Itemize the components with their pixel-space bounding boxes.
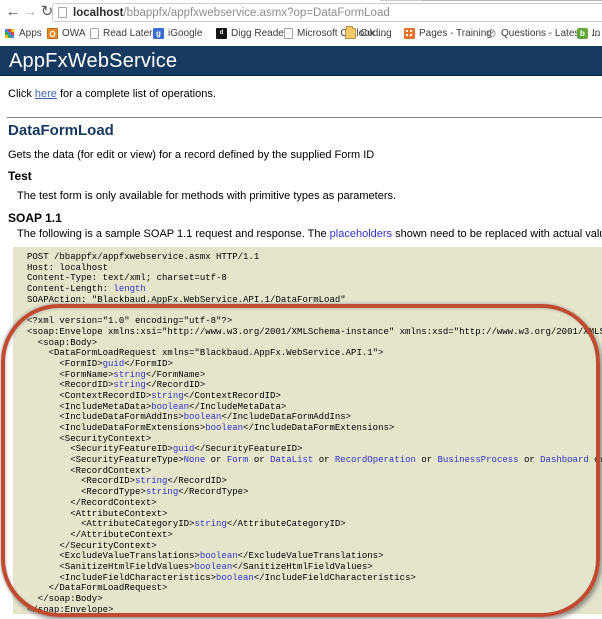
placeholder-token: RecordOperation [335, 455, 416, 465]
service-header-band: AppFxWebService [0, 46, 602, 76]
apps-grid-icon [4, 28, 15, 39]
soap-intro-placeholders: placeholders [330, 228, 392, 240]
bookmark-apps[interactable]: Apps [4, 25, 42, 41]
operations-line: Click here for a complete list of operat… [8, 88, 216, 100]
divider [7, 117, 602, 118]
placeholder-token: boolean [151, 402, 189, 412]
placeholder-token: guid [103, 359, 125, 369]
placeholder-token: boolean [216, 573, 254, 583]
bookmark-digg-reader[interactable]: d Digg Reader [216, 25, 287, 41]
folder-icon [345, 28, 356, 39]
operation-title: DataFormLoad [8, 122, 114, 139]
placeholder-token: Dashboard [540, 455, 589, 465]
soap-intro-suffix: shown need to be replaced with actual va… [392, 228, 602, 240]
placeholder-token: guid [173, 444, 195, 454]
placeholder-token: BusinessProcess [438, 455, 519, 465]
address-bar[interactable]: localhost/bbappfx/appfxwebservice.asmx?o… [52, 3, 602, 22]
digg-icon: d [216, 28, 227, 39]
operations-line-prefix: Click [8, 88, 35, 100]
placeholder-token: string [113, 380, 145, 390]
placeholder-token: string [146, 487, 178, 497]
operation-description: Gets the data (for edit or view) for a r… [8, 149, 374, 161]
bookmark-label: OWA [62, 28, 86, 39]
bookmark-coding[interactable]: Coding [345, 25, 392, 41]
placeholder-token: string [135, 476, 167, 486]
soap-intro-prefix: The following is a sample SOAP 1.1 reque… [17, 228, 330, 240]
bookmark-label: Digg Reader [231, 28, 287, 39]
url-text[interactable]: localhost/bbappfx/appfxwebservice.asmx?o… [73, 7, 390, 19]
back-icon[interactable]: ← [4, 2, 22, 22]
placeholder-token: None [184, 455, 206, 465]
bookmark-label: In [592, 28, 600, 39]
placeholder-token: DataList [270, 455, 313, 465]
placeholder-token: string [113, 370, 145, 380]
test-heading: Test [8, 169, 32, 183]
placeholder-token: Form [227, 455, 249, 465]
owa-icon: O [47, 28, 58, 39]
bookmark-label: Apps [19, 28, 42, 39]
placeholder-token: boolean [205, 423, 243, 433]
test-note: The test form is only available for meth… [17, 190, 396, 202]
forward-icon[interactable]: → [21, 2, 39, 22]
bookmark-owa[interactable]: O OWA [47, 25, 86, 41]
page-title: AppFxWebService [0, 46, 602, 73]
bookmarks-bar: Apps O OWA Read Later g iGoogle d Digg R… [0, 24, 602, 42]
url-path: /bbappfx/appfxwebservice.asmx?op=DataFor… [123, 7, 389, 19]
slashed-circle-icon: ⊘ [486, 28, 497, 39]
bookmark-label: Read Later [103, 28, 152, 39]
bookmark-read-later[interactable]: Read Later [90, 25, 152, 41]
url-host: localhost [73, 7, 123, 19]
pages-grid-icon [404, 28, 415, 39]
placeholder-token: boolean [184, 412, 222, 422]
b-green-icon: b [577, 28, 588, 39]
bookmark-igoogle[interactable]: g iGoogle [153, 25, 202, 41]
placeholder-token: string [151, 391, 183, 401]
placeholder-token: length [113, 284, 145, 294]
placeholder-token: boolean [194, 562, 232, 572]
placeholder-token: string [194, 519, 226, 529]
bookmark-label: iGoogle [168, 28, 202, 39]
bookmark-label: Pages - Training [419, 28, 492, 39]
bookmark-label: Coding [360, 28, 392, 39]
page-icon [90, 28, 99, 39]
bookmark-pages-training[interactable]: Pages - Training [404, 25, 492, 41]
operations-line-suffix: for a complete list of operations. [57, 88, 216, 100]
bookmark-in[interactable]: b In [577, 25, 600, 41]
soap-heading: SOAP 1.1 [8, 211, 62, 225]
operations-list-link[interactable]: here [35, 88, 57, 100]
google-icon: g [153, 28, 164, 39]
browser-toolbar: ← → ↻ localhost/bbappfx/appfxwebservice.… [0, 1, 602, 24]
browser-window: ← → ↻ localhost/bbappfx/appfxwebservice.… [0, 0, 602, 619]
placeholder-token: boolean [200, 551, 238, 561]
page-icon [284, 28, 293, 39]
page-icon [58, 7, 67, 18]
soap-intro: The following is a sample SOAP 1.1 reque… [17, 228, 602, 240]
soap-request-code: POST /bbappfx/appfxwebservice.asmx HTTP/… [13, 247, 602, 614]
